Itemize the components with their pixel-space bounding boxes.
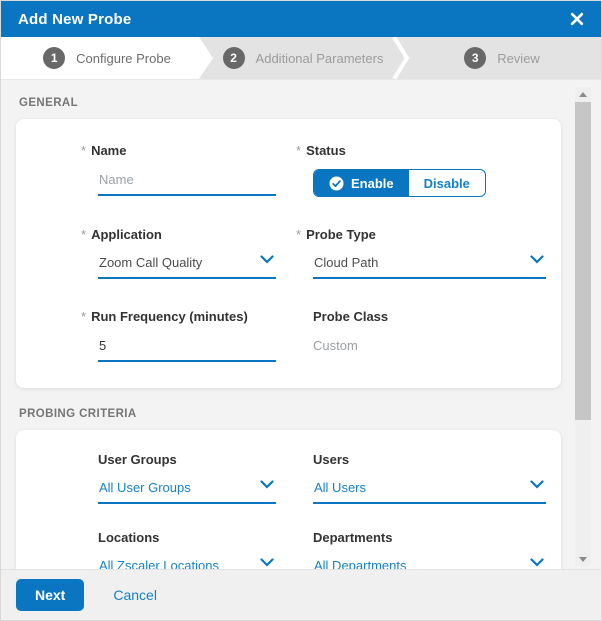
step-additional-parameters[interactable]: 2 Additional Parameters [213, 37, 393, 79]
status-enable-option[interactable]: Enable [314, 170, 409, 196]
users-value: All Users [314, 480, 367, 495]
required-marker: * [81, 143, 87, 158]
required-marker: * [81, 309, 87, 324]
step-2-label: Additional Parameters [255, 50, 384, 66]
name-label: * Name [81, 143, 127, 158]
dialog-title: Add New Probe [18, 10, 132, 28]
locations-value: All Zscaler Locations [99, 558, 219, 569]
form-row-name-status: * Name * Status Enable [81, 143, 546, 197]
check-circle-icon [329, 176, 344, 190]
vertical-scrollbar[interactable] [575, 87, 591, 566]
probe-type-label: * Probe Type [296, 227, 376, 242]
run-frequency-field: * Run Frequency (minutes) [81, 309, 276, 362]
step-configure-probe[interactable]: 1 Configure Probe [1, 37, 213, 79]
scrollbar-thumb[interactable] [575, 102, 591, 420]
application-field: * Application Zoom Call Quality [81, 227, 276, 279]
close-button[interactable] [570, 12, 584, 26]
application-value: Zoom Call Quality [99, 255, 203, 270]
step-1-label: Configure Probe [76, 50, 171, 66]
departments-field: Departments All Departments [313, 530, 546, 569]
probe-type-field: * Probe Type Cloud Path [296, 227, 546, 279]
scroll-down-button[interactable] [575, 552, 591, 566]
probe-class-field: Probe Class Custom [313, 309, 546, 362]
application-label: * Application [81, 227, 162, 242]
name-input[interactable] [98, 172, 276, 196]
probe-type-dropdown[interactable]: Cloud Path [313, 255, 546, 279]
status-label: * Status [296, 143, 346, 158]
application-dropdown[interactable]: Zoom Call Quality [98, 255, 276, 279]
chevron-down-icon [260, 480, 274, 489]
departments-label: Departments [313, 530, 393, 545]
close-icon [570, 12, 584, 26]
chevron-down-icon [530, 255, 544, 264]
form-row-usergroups-users: User Groups All User Groups Users All Us… [98, 452, 546, 504]
cancel-button[interactable]: Cancel [113, 587, 157, 603]
step-review[interactable]: 3 Review [401, 37, 601, 79]
locations-field: Locations All Zscaler Locations [98, 530, 276, 569]
chevron-down-icon [530, 558, 544, 567]
probe-type-value: Cloud Path [314, 255, 379, 270]
add-new-probe-dialog: Add New Probe 1 Configure Probe 2 Additi… [0, 0, 602, 621]
scroll-up-button[interactable] [575, 87, 591, 101]
probing-criteria-card: User Groups All User Groups Users All Us… [16, 430, 561, 569]
users-field: Users All Users [313, 452, 546, 504]
wizard-stepper: 1 Configure Probe 2 Additional Parameter… [1, 37, 601, 79]
step-1-number-badge: 1 [43, 47, 65, 69]
status-toggle: Enable Disable [313, 169, 486, 197]
status-field: * Status Enable Disable [296, 143, 546, 197]
name-field: * Name [81, 143, 276, 197]
scroll-down-icon [579, 556, 587, 562]
chevron-down-icon [260, 255, 274, 264]
form-row-application-probetype: * Application Zoom Call Quality * Probe … [81, 227, 546, 279]
dialog-body: GENERAL * Name * Status [1, 79, 601, 569]
scrollbar-track[interactable] [575, 101, 591, 552]
locations-dropdown[interactable]: All Zscaler Locations [98, 558, 276, 569]
chevron-down-icon [530, 480, 544, 489]
step-3-label: Review [497, 50, 540, 66]
form-row-frequency-class: * Run Frequency (minutes) Probe Class Cu… [81, 309, 546, 362]
dialog-titlebar: Add New Probe [1, 1, 601, 37]
run-frequency-label: * Run Frequency (minutes) [81, 309, 248, 324]
status-disable-option[interactable]: Disable [409, 170, 485, 196]
required-marker: * [296, 227, 302, 242]
user-groups-label: User Groups [98, 452, 177, 467]
next-button[interactable]: Next [16, 579, 85, 611]
run-frequency-input[interactable] [98, 338, 276, 362]
probe-class-label: Probe Class [313, 309, 389, 324]
user-groups-field: User Groups All User Groups [98, 452, 276, 504]
departments-value: All Departments [314, 558, 407, 569]
form-row-locations-departments: Locations All Zscaler Locations Departme… [98, 530, 546, 569]
dialog-footer: Next Cancel [1, 569, 601, 620]
step-separator-chevron-icon [392, 37, 409, 79]
probe-class-value: Custom [313, 338, 358, 353]
locations-label: Locations [98, 530, 160, 545]
general-card: * Name * Status Enable [16, 119, 561, 388]
required-marker: * [296, 143, 302, 158]
general-section-heading: GENERAL [19, 97, 79, 109]
user-groups-dropdown[interactable]: All User Groups [98, 480, 276, 504]
step-3-number-badge: 3 [464, 47, 487, 69]
chevron-down-icon [260, 558, 274, 567]
users-label: Users [313, 452, 350, 467]
user-groups-value: All User Groups [99, 480, 191, 495]
users-dropdown[interactable]: All Users [313, 480, 546, 504]
probing-criteria-section-heading: PROBING CRITERIA [19, 408, 137, 420]
scroll-up-icon [579, 91, 587, 97]
departments-dropdown[interactable]: All Departments [313, 558, 546, 569]
required-marker: * [81, 227, 87, 242]
step-2-number-badge: 2 [222, 47, 245, 69]
